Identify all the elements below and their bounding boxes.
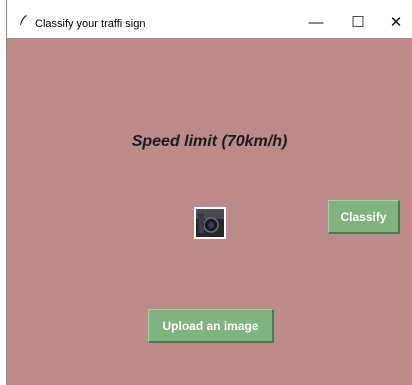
tk-feather-icon	[20, 15, 27, 25]
image-preview	[194, 207, 226, 239]
prediction-text: Speed limit (70km/h)	[131, 133, 288, 150]
upload-image-button[interactable]: Upload an image	[148, 309, 274, 343]
window-title: Classify your traffi sign	[35, 18, 146, 30]
close-button[interactable]: ✕	[381, 9, 411, 35]
uploaded-image-thumbnail	[196, 209, 224, 237]
app-window: Classify your traffi sign — ☐ ✕ Speed li…	[6, 0, 412, 385]
main-canvas: Speed limit (70km/h) Classify Upload an …	[7, 38, 412, 385]
prediction-label: Speed limit (70km/h)	[7, 133, 412, 151]
minimize-button[interactable]: —	[301, 9, 331, 35]
classify-button[interactable]: Classify	[328, 200, 400, 234]
maximize-icon: ☐	[351, 14, 365, 31]
minimize-icon: —	[308, 13, 324, 31]
close-icon: ✕	[389, 14, 403, 31]
maximize-button[interactable]: ☐	[343, 9, 373, 35]
title-bar[interactable]: Classify your traffi sign — ☐ ✕	[7, 0, 412, 38]
